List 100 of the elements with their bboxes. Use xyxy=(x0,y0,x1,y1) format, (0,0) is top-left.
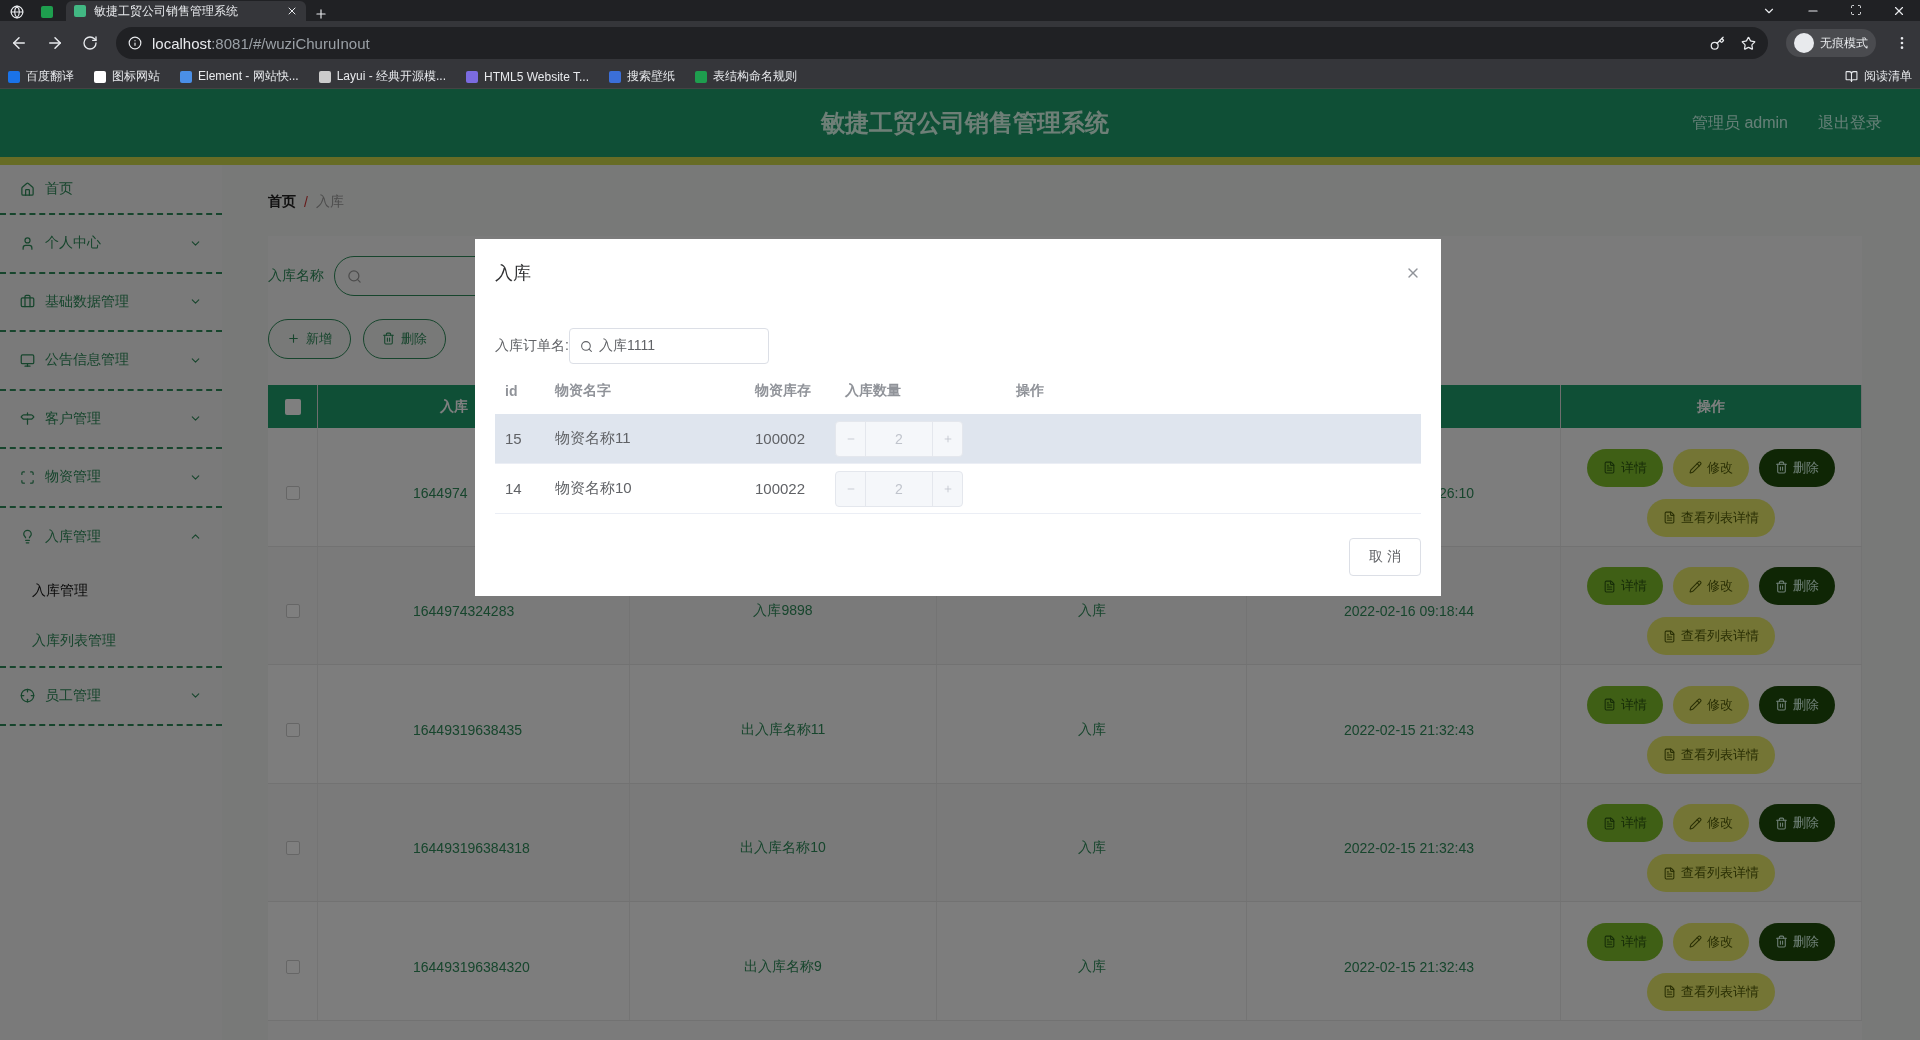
sidebar-item[interactable]: 入库管理 xyxy=(0,507,222,566)
row-checkbox[interactable] xyxy=(285,485,300,500)
key-icon[interactable] xyxy=(1710,35,1725,51)
view-list-button[interactable]: 查看列表详情 xyxy=(1647,735,1775,774)
close-icon[interactable] xyxy=(286,5,298,17)
table-cell: 出入库名称10 xyxy=(740,839,826,858)
cancel-button[interactable]: 取 消 xyxy=(1349,538,1421,576)
app-title: 敏捷工贸公司销售管理系统 xyxy=(819,108,1110,138)
sidebar-item[interactable]: 公告信息管理 xyxy=(0,332,222,391)
restore-icon[interactable] xyxy=(1850,3,1862,16)
bookmark[interactable]: 搜索壁纸 xyxy=(609,68,675,85)
table-cell: 入库 xyxy=(1077,839,1106,858)
scan-icon xyxy=(20,469,35,485)
table-cell-text: 100022 xyxy=(754,480,807,497)
row-checkbox[interactable] xyxy=(285,959,300,974)
info-icon xyxy=(128,36,142,50)
logout-link[interactable]: 退出登录 xyxy=(1818,112,1882,134)
sidebar-item[interactable]: 员工管理 xyxy=(0,667,222,726)
table-cell: 16449319638435 xyxy=(413,721,522,738)
dialog-title: 入库 xyxy=(495,262,531,285)
column-header: 入库 xyxy=(440,397,468,416)
bookmark[interactable]: 表结构命名规则 xyxy=(695,68,797,85)
search-icon xyxy=(347,268,362,284)
delete-button[interactable]: 删除 xyxy=(1759,685,1835,724)
view-list-button[interactable]: 查看列表详情 xyxy=(1647,854,1775,893)
book-icon xyxy=(1845,70,1858,83)
sidebar-item[interactable]: 基础数据管理 xyxy=(0,273,222,332)
sidebar-item[interactable]: 客户管理 xyxy=(0,390,222,449)
table-cell-text: 15 xyxy=(504,430,523,447)
view-list-button[interactable]: 查看列表详情 xyxy=(1647,498,1775,537)
table-cell: 1644974 xyxy=(413,484,468,501)
delete-button[interactable]: 删除 xyxy=(1759,567,1835,606)
lightbulb-icon xyxy=(20,529,35,544)
home-icon xyxy=(20,181,35,197)
edit-button[interactable]: 修改 xyxy=(1673,804,1749,843)
sidebar-item[interactable]: 首页 xyxy=(0,165,222,215)
back-icon[interactable] xyxy=(10,34,28,52)
table-cell: 26:10 xyxy=(1438,484,1474,501)
bookmark[interactable]: 图标网站 xyxy=(94,68,160,85)
column-header: 物资名字 xyxy=(553,382,612,400)
edit-button[interactable]: 修改 xyxy=(1673,567,1749,606)
edit-button[interactable]: 修改 xyxy=(1673,448,1749,487)
table-cell-text: 100002 xyxy=(754,430,807,447)
column-header: 操作 xyxy=(1697,397,1725,416)
trash-icon xyxy=(1775,935,1788,949)
table-cell: 1644974324283 xyxy=(413,603,515,620)
table-cell: 2022-02-15 21:32:43 xyxy=(1344,721,1474,738)
table-cell: 2022-02-15 21:32:43 xyxy=(1344,958,1474,975)
column-header: 入库数量 xyxy=(844,382,902,400)
star-icon[interactable] xyxy=(1741,35,1756,51)
user-label: 管理员 admin xyxy=(1691,112,1788,133)
table-cell: 出入库名称9 xyxy=(744,957,822,976)
edit-button[interactable]: 修改 xyxy=(1673,685,1749,724)
globe-icon[interactable] xyxy=(10,5,24,19)
monitor-icon xyxy=(20,352,35,368)
view-list-button[interactable]: 查看列表详情 xyxy=(1647,617,1775,656)
breadcrumb-link[interactable]: 首页 xyxy=(268,193,296,211)
trash-icon xyxy=(1775,816,1788,830)
address-field[interactable]: localhost:8081/#/wuziChuruInout xyxy=(116,27,1768,59)
search-icon xyxy=(579,339,593,353)
sidebar-item[interactable]: 物资管理 xyxy=(0,449,222,508)
row-checkbox[interactable] xyxy=(285,604,300,619)
view-list-button[interactable]: 查看列表详情 xyxy=(1647,972,1775,1011)
pencil-icon xyxy=(1689,461,1702,475)
document-icon xyxy=(1663,511,1676,525)
row-checkbox[interactable] xyxy=(285,841,300,856)
bookmark[interactable]: Element - 网站快... xyxy=(180,68,299,85)
table-cell: 164493196384320 xyxy=(413,958,530,975)
row-checkbox[interactable] xyxy=(285,722,300,737)
column-header: 物资库存 xyxy=(753,382,812,400)
signpost-icon xyxy=(20,411,35,427)
edit-button[interactable]: 修改 xyxy=(1673,922,1749,961)
search-label: 入库名称 xyxy=(268,267,324,285)
sidebar-subitem[interactable]: 入库列表管理 xyxy=(0,615,222,666)
forward-icon[interactable] xyxy=(46,34,64,52)
column-header: 操作 xyxy=(1015,382,1045,400)
column-header: id xyxy=(504,383,519,399)
document-icon xyxy=(1603,816,1616,830)
add-button[interactable]: 新增 xyxy=(268,318,351,359)
delete-button[interactable]: 删除 xyxy=(1759,804,1835,843)
delete-button[interactable]: 删除 xyxy=(1759,922,1835,961)
delete-button[interactable]: 删除 xyxy=(363,318,446,359)
bookmark[interactable]: HTML5 Website T... xyxy=(466,69,589,84)
pencil-icon xyxy=(1689,698,1702,712)
table-cell: 入库 xyxy=(1077,957,1106,976)
sidebar-item[interactable]: 个人中心 xyxy=(0,215,222,274)
profile-button[interactable]: 无痕模式 xyxy=(1786,29,1876,57)
browser-tab[interactable]: 敏捷工贸公司销售管理系统 xyxy=(66,1,306,21)
reload-icon[interactable] xyxy=(82,35,98,51)
trash-icon xyxy=(1775,461,1788,475)
table-cell-text: 14 xyxy=(504,480,523,497)
select-all-checkbox[interactable] xyxy=(284,398,301,415)
delete-button[interactable]: 删除 xyxy=(1759,448,1835,487)
sidebar-subitem[interactable]: 入库管理 xyxy=(0,565,222,616)
bookmark[interactable]: 百度翻译 xyxy=(8,68,74,85)
pencil-icon xyxy=(1689,579,1702,593)
bookmark[interactable]: Layui - 经典开源模... xyxy=(318,68,447,85)
reading-list-button[interactable]: 阅读清单 xyxy=(1845,68,1912,85)
order-name-field[interactable]: 入库1111 xyxy=(568,328,769,364)
new-tab-icon[interactable] xyxy=(314,7,328,21)
